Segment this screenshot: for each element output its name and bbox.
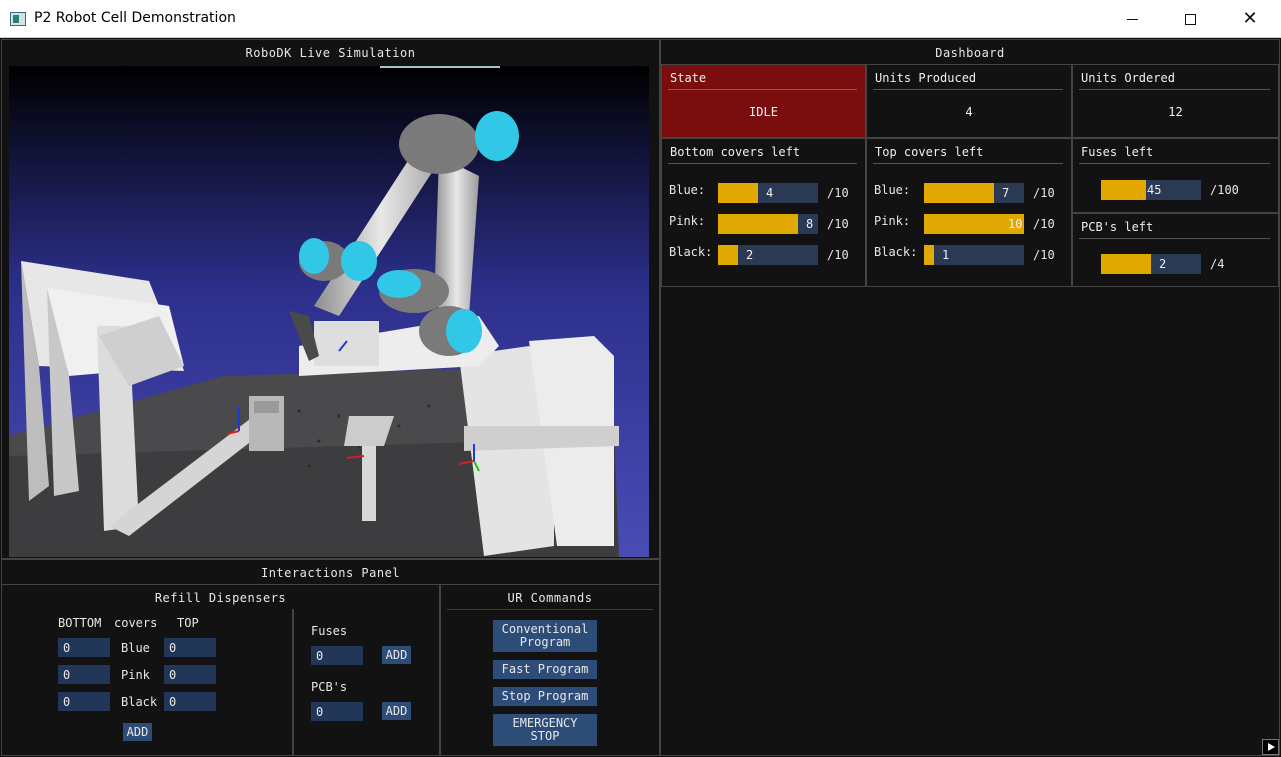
pcbs-left-card: PCB's left 2 /4 xyxy=(1072,213,1279,287)
bottom-black-bar: 2 xyxy=(718,245,818,265)
bottom-pink-fill xyxy=(718,214,798,234)
bottom-pink-value: 8 xyxy=(806,217,814,231)
top-pink-bar: 10 xyxy=(924,214,1024,234)
bottom-blue-label: Blue: xyxy=(669,183,706,197)
fuses-left-card: Fuses left 45 /100 xyxy=(1072,138,1279,213)
refill-covers-add-button[interactable]: ADD xyxy=(123,723,152,741)
top-blue-bar: 7 xyxy=(924,183,1024,203)
top-blue-max: /10 xyxy=(1033,186,1055,200)
refill-blue-label: Blue xyxy=(121,641,150,655)
refill-pcbs-input[interactable] xyxy=(311,702,363,721)
top-pink-value: 10 xyxy=(1008,217,1023,231)
top-black-bar: 1 xyxy=(924,245,1024,265)
units-ordered-value: 12 xyxy=(1168,105,1183,119)
simulation-viewport[interactable] xyxy=(9,66,649,557)
window-titlebar: P2 Robot Cell Demonstration ✕ xyxy=(0,0,1281,38)
interactions-title: Interactions Panel xyxy=(260,566,401,580)
refill-fuses-add-button[interactable]: ADD xyxy=(382,646,411,664)
bottom-black-fill xyxy=(718,245,738,265)
bottom-black-label: Black: xyxy=(669,245,713,259)
ur-commands-title: UR Commands xyxy=(507,591,593,605)
simulation-title: RoboDK Live Simulation xyxy=(245,46,416,60)
refill-black-top-input[interactable] xyxy=(164,692,216,711)
top-blue-label: Blue: xyxy=(874,183,911,197)
pcbs-left-fill xyxy=(1101,254,1151,274)
refill-pcbs-label: PCB's xyxy=(311,680,348,694)
top-pink-label: Pink: xyxy=(874,214,911,228)
state-value: IDLE xyxy=(749,105,778,119)
maximize-icon xyxy=(1184,13,1196,25)
minimize-icon xyxy=(1126,18,1138,20)
maximize-button[interactable] xyxy=(1161,0,1219,38)
top-black-fill xyxy=(924,245,934,265)
refill-fuses-label: Fuses xyxy=(311,624,348,638)
top-blue-fill xyxy=(924,183,994,203)
bottom-covers-label: Bottom covers left xyxy=(670,145,801,159)
state-label: State xyxy=(670,71,707,85)
bottom-blue-bar: 4 xyxy=(718,183,818,203)
top-covers-label: Top covers left xyxy=(875,145,984,159)
refill-pink-label: Pink xyxy=(121,668,150,682)
minimize-button[interactable] xyxy=(1103,0,1161,38)
emergency-stop-button[interactable]: EMERGENCY STOP xyxy=(493,714,597,746)
play-arrow-icon[interactable] xyxy=(1262,739,1279,755)
top-black-label: Black: xyxy=(874,245,918,259)
top-pink-max: /10 xyxy=(1033,217,1055,231)
pcbs-left-value: 2 xyxy=(1159,257,1167,271)
top-blue-value: 7 xyxy=(1002,186,1010,200)
fuses-left-fill xyxy=(1101,180,1146,200)
dashboard-title: Dashboard xyxy=(935,46,1005,60)
conventional-program-line2: Program xyxy=(519,635,571,649)
refill-blue-bottom-input[interactable] xyxy=(58,638,110,657)
fuses-left-bar: 45 xyxy=(1101,180,1201,200)
top-covers-card: Top covers left Blue: 7 /10 Pink: 10 /10… xyxy=(866,138,1072,287)
simulation-toolbar-strip xyxy=(380,66,500,68)
refill-header-bottom: BOTTOM xyxy=(58,616,102,630)
refill-fuses-input[interactable] xyxy=(311,646,363,665)
bottom-pink-bar: 8 xyxy=(718,214,818,234)
bottom-pink-label: Pink: xyxy=(669,214,706,228)
bottom-blue-max: /10 xyxy=(827,186,849,200)
refill-black-label: Black xyxy=(121,695,158,709)
stop-program-button[interactable]: Stop Program xyxy=(493,687,597,706)
emergency-stop-line2: STOP xyxy=(530,729,560,743)
bottom-black-max: /10 xyxy=(827,248,849,262)
fuses-left-max: /100 xyxy=(1210,183,1239,197)
units-produced-label: Units Produced xyxy=(875,71,977,85)
refill-black-bottom-input[interactable] xyxy=(58,692,110,711)
pcbs-left-label: PCB's left xyxy=(1081,220,1154,234)
refill-pink-bottom-input[interactable] xyxy=(58,665,110,684)
units-ordered-card: Units Ordered 12 xyxy=(1072,64,1279,138)
refill-pink-top-input[interactable] xyxy=(164,665,216,684)
units-ordered-label: Units Ordered xyxy=(1081,71,1175,85)
bottom-blue-fill xyxy=(718,183,758,203)
bottom-covers-card: Bottom covers left Blue: 4 /10 Pink: 8 /… xyxy=(661,138,866,287)
refill-blue-top-input[interactable] xyxy=(164,638,216,657)
window-title: P2 Robot Cell Demonstration xyxy=(34,10,236,26)
pcbs-left-bar: 2 xyxy=(1101,254,1201,274)
robot-cell-3d-view xyxy=(9,66,649,557)
top-black-value: 1 xyxy=(942,248,950,262)
bottom-pink-max: /10 xyxy=(827,217,849,231)
close-button[interactable]: ✕ xyxy=(1221,0,1279,38)
refill-dispensers-title: Refill Dispensers xyxy=(154,591,287,605)
bottom-black-value: 2 xyxy=(746,248,754,262)
state-card: State IDLE xyxy=(661,64,866,138)
pcbs-left-max: /4 xyxy=(1210,257,1225,271)
refill-header-covers: covers xyxy=(114,616,158,630)
fast-program-button[interactable]: Fast Program xyxy=(493,660,597,679)
units-produced-card: Units Produced 4 xyxy=(866,64,1072,138)
refill-pcbs-add-button[interactable]: ADD xyxy=(382,702,411,720)
fuses-left-label: Fuses left xyxy=(1081,145,1154,159)
top-black-max: /10 xyxy=(1033,248,1055,262)
app-icon xyxy=(10,12,26,26)
conventional-program-button[interactable]: Conventional Program xyxy=(493,620,597,652)
bottom-blue-value: 4 xyxy=(766,186,774,200)
close-icon: ✕ xyxy=(1242,8,1258,29)
fuses-left-value: 45 xyxy=(1147,183,1162,197)
refill-header-top: TOP xyxy=(177,616,199,630)
units-produced-value: 4 xyxy=(965,105,973,119)
